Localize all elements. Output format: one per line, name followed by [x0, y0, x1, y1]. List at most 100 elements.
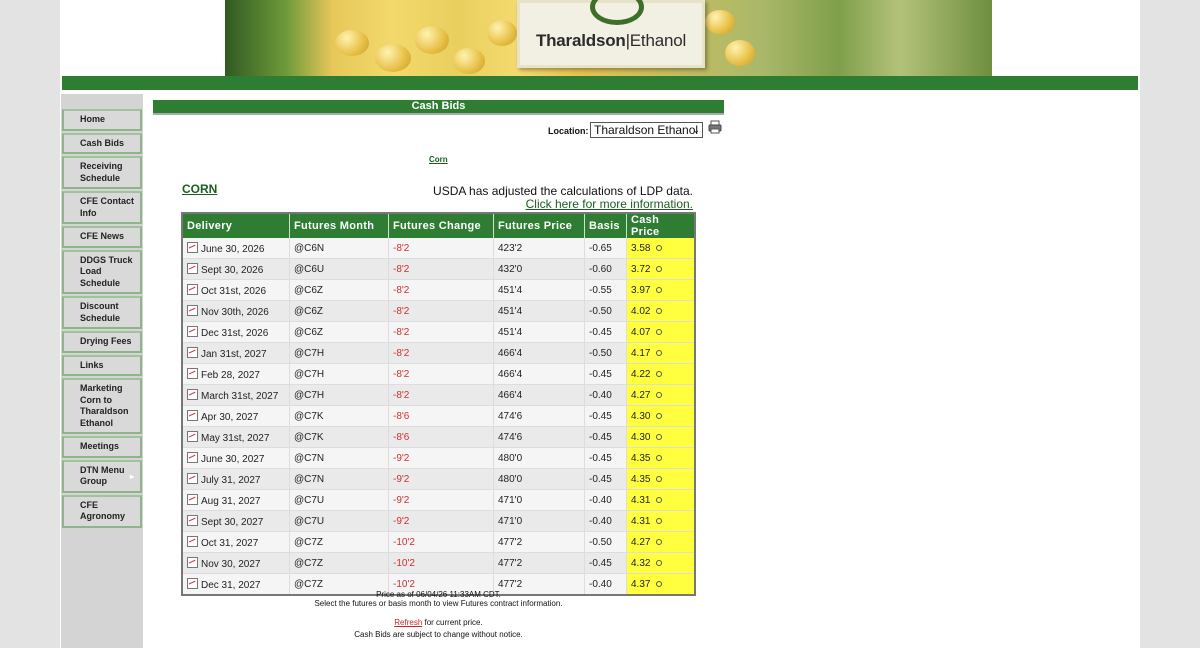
- detail-dot-icon[interactable]: [656, 391, 663, 398]
- detail-dot-icon[interactable]: [656, 433, 663, 440]
- sidebar-item-home[interactable]: Home: [62, 109, 142, 131]
- basis-cell[interactable]: -0.45: [584, 321, 627, 343]
- futures-month-cell[interactable]: @C7H: [289, 342, 389, 364]
- futures-change-cell: -9'2: [388, 510, 494, 532]
- futures-month-cell[interactable]: @C7H: [289, 363, 389, 385]
- futures-month-cell[interactable]: @C6U: [289, 258, 389, 280]
- basis-cell[interactable]: -0.50: [584, 342, 627, 364]
- chart-icon[interactable]: [187, 367, 198, 379]
- chart-icon[interactable]: [187, 346, 198, 358]
- futures-month-cell[interactable]: @C7N: [289, 468, 389, 490]
- chart-icon[interactable]: [187, 304, 198, 316]
- chart-icon[interactable]: [187, 556, 198, 568]
- futures-month-cell[interactable]: @C7U: [289, 489, 389, 511]
- futures-month-cell[interactable]: @C7N: [289, 447, 389, 469]
- futures-month-cell[interactable]: @C7K: [289, 405, 389, 427]
- detail-dot-icon[interactable]: [656, 538, 663, 545]
- chart-icon[interactable]: [187, 262, 198, 274]
- cash-price-cell: 4.32: [626, 552, 696, 574]
- basis-cell[interactable]: -0.50: [584, 531, 627, 553]
- basis-cell[interactable]: -0.45: [584, 426, 627, 448]
- header-banner: Tharaldson|Ethanol: [225, 0, 992, 76]
- basis-cell[interactable]: -0.45: [584, 552, 627, 574]
- futures-month-cell[interactable]: @C7H: [289, 384, 389, 406]
- chart-icon[interactable]: [187, 472, 198, 484]
- table-row: Nov 30th, 2026 @C6Z -8'2 451'4 -0.50 4.02: [182, 300, 696, 322]
- futures-month-cell[interactable]: @C7U: [289, 510, 389, 532]
- sidebar-item-dtn-menu-group[interactable]: DTN Menu Group ▸: [62, 459, 142, 493]
- detail-dot-icon[interactable]: [656, 307, 663, 314]
- detail-dot-icon[interactable]: [656, 370, 663, 377]
- chart-icon[interactable]: [187, 430, 198, 442]
- chart-icon[interactable]: [187, 409, 198, 421]
- basis-cell[interactable]: -0.65: [584, 238, 627, 259]
- basis-cell[interactable]: -0.55: [584, 279, 627, 301]
- basis-cell[interactable]: -0.50: [584, 300, 627, 322]
- sidebar-item-cfe-agronomy[interactable]: CFE Agronomy: [62, 494, 142, 528]
- detail-dot-icon[interactable]: [656, 412, 663, 419]
- futures-price-cell: 451'4: [493, 300, 585, 322]
- basis-cell[interactable]: -0.60: [584, 258, 627, 280]
- sidebar-item-drying-fees[interactable]: Drying Fees: [62, 331, 142, 353]
- futures-month-cell[interactable]: @C7Z: [289, 552, 389, 574]
- table-row: June 30, 2027 @C7N -9'2 480'0 -0.45 4.35: [182, 447, 696, 469]
- chart-icon[interactable]: [187, 241, 198, 253]
- detail-dot-icon[interactable]: [656, 580, 663, 587]
- basis-cell[interactable]: -0.40: [584, 510, 627, 532]
- futures-month-cell[interactable]: @C6Z: [289, 321, 389, 343]
- chart-icon[interactable]: [187, 577, 198, 589]
- sidebar-item-cfe-contact-info[interactable]: CFE Contact Info: [62, 191, 142, 224]
- chart-icon[interactable]: [187, 283, 198, 295]
- detail-dot-icon[interactable]: [656, 244, 663, 251]
- sidebar-item-meetings[interactable]: Meetings: [62, 436, 142, 458]
- chart-icon[interactable]: [187, 514, 198, 526]
- sidebar-item-links[interactable]: Links: [62, 354, 142, 376]
- detail-dot-icon[interactable]: [656, 328, 663, 335]
- detail-dot-icon[interactable]: [656, 496, 663, 503]
- detail-dot-icon[interactable]: [656, 559, 663, 566]
- sidebar-item-cfe-news[interactable]: CFE News: [62, 226, 142, 248]
- chart-icon[interactable]: [187, 451, 198, 463]
- table-row: March 31st, 2027 @C7H -8'2 466'4 -0.40 4.27: [182, 384, 696, 406]
- futures-change-cell: -9'2: [388, 468, 494, 490]
- futures-month-cell[interactable]: @C6Z: [289, 279, 389, 301]
- futures-month-cell[interactable]: @C7K: [289, 426, 389, 448]
- commodity-link-corn[interactable]: Corn: [429, 155, 448, 164]
- detail-dot-icon[interactable]: [656, 349, 663, 356]
- futures-month-cell[interactable]: @C7Z: [289, 531, 389, 553]
- sidebar-item-marketing-corn[interactable]: Marketing Corn to Tharaldson Ethanol: [62, 378, 142, 434]
- detail-dot-icon[interactable]: [656, 265, 663, 272]
- cash-price-cell: 4.27: [626, 531, 696, 553]
- basis-cell[interactable]: -0.40: [584, 384, 627, 406]
- refresh-link[interactable]: Refresh: [394, 618, 422, 627]
- printer-icon[interactable]: [708, 120, 722, 134]
- detail-dot-icon[interactable]: [656, 517, 663, 524]
- usda-info-link[interactable]: Click here for more information.: [526, 197, 693, 211]
- sidebar-item-discount-schedule[interactable]: Discount Schedule: [62, 296, 142, 329]
- detail-dot-icon[interactable]: [656, 475, 663, 482]
- futures-change-cell: -8'2: [388, 321, 494, 343]
- basis-cell[interactable]: -0.45: [584, 447, 627, 469]
- basis-cell[interactable]: -0.40: [584, 489, 627, 511]
- select-hint: Select the futures or basis month to vie…: [314, 599, 563, 608]
- chart-icon[interactable]: [187, 325, 198, 337]
- commodity-heading[interactable]: CORN: [182, 182, 217, 196]
- detail-dot-icon[interactable]: [656, 454, 663, 461]
- chart-icon[interactable]: [187, 535, 198, 547]
- location-select[interactable]: Tharaldson Ethanol ⌄: [590, 122, 703, 138]
- chart-icon[interactable]: [187, 493, 198, 505]
- basis-cell[interactable]: -0.45: [584, 363, 627, 385]
- sidebar-item-cash-bids[interactable]: Cash Bids: [62, 132, 142, 154]
- basis-cell[interactable]: -0.45: [584, 405, 627, 427]
- company-logo[interactable]: Tharaldson|Ethanol: [517, 0, 705, 68]
- chart-icon[interactable]: [187, 388, 198, 400]
- futures-month-cell[interactable]: @C6Z: [289, 300, 389, 322]
- detail-dot-icon[interactable]: [656, 286, 663, 293]
- sidebar-item-ddgs-schedule[interactable]: DDGS Truck Load Schedule: [62, 249, 142, 294]
- cash-bids-table: Delivery Futures Month Futures Change Fu…: [181, 212, 696, 596]
- basis-cell[interactable]: -0.45: [584, 468, 627, 490]
- futures-month-cell[interactable]: @C6N: [289, 238, 389, 259]
- sidebar-item-receiving-schedule[interactable]: Receiving Schedule: [62, 156, 142, 189]
- cash-price-cell: 4.31: [626, 510, 696, 532]
- sidebar-nav: Home Cash Bids Receiving Schedule CFE Co…: [62, 109, 142, 530]
